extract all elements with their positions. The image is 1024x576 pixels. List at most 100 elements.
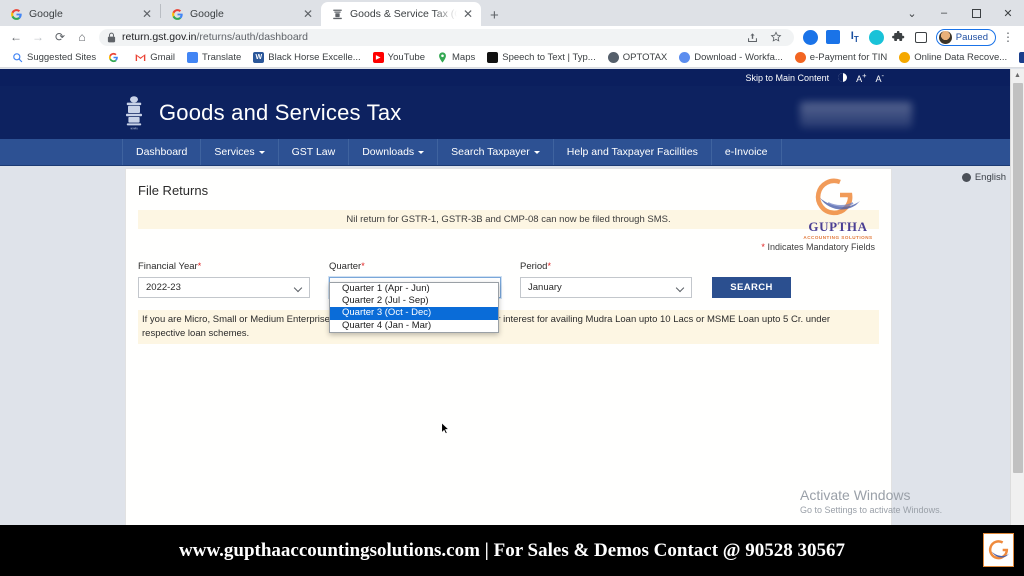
- new-tab-button[interactable]: +: [481, 8, 507, 26]
- tab-search-chevron-icon[interactable]: ⌄: [896, 0, 928, 26]
- promo-banner-logo: [983, 533, 1014, 567]
- tab-title: Goods & Service Tax (GST) | User: [350, 8, 457, 20]
- chevron-down-icon: [295, 284, 302, 291]
- gst-header: सत्यमेव Goods and Services Tax: [0, 86, 1024, 139]
- search-button[interactable]: SEARCH: [712, 277, 791, 298]
- returns-filter-form: Financial Year* 2022-23 Quarter* Quarter…: [126, 252, 891, 333]
- bookmark-suggested-sites[interactable]: Suggested Sites: [6, 52, 102, 63]
- nav-label: e-Invoice: [724, 146, 768, 158]
- bookmark-download-workfa[interactable]: Download - Workfa...: [673, 52, 789, 63]
- bookmark-online-data-recovery[interactable]: Online Data Recove...: [893, 52, 1013, 63]
- nav-item-help-taxpayer-facilities[interactable]: Help and Taxpayer Facilities: [554, 139, 712, 165]
- quarter-option-2[interactable]: Quarter 2 (Jul - Sep): [330, 295, 498, 307]
- activate-windows-subtitle: Go to Settings to activate Windows.: [800, 505, 943, 515]
- financial-year-select[interactable]: 2022-23: [138, 277, 310, 298]
- nav-label: Downloads: [362, 146, 415, 158]
- guptha-logo-icon: [988, 540, 1010, 560]
- minimize-button[interactable]: –: [928, 0, 960, 26]
- scroll-up-arrow-icon[interactable]: ▲: [1011, 69, 1024, 82]
- close-button[interactable]: ✕: [992, 0, 1024, 26]
- nav-item-e-invoice[interactable]: e-Invoice: [712, 139, 782, 165]
- bookmark-label: YouTube: [387, 52, 425, 63]
- font-decrease-button[interactable]: A-: [875, 71, 884, 84]
- quarter-option-4[interactable]: Quarter 4 (Jan - Mar): [330, 320, 498, 332]
- file-returns-panel: File Returns Nil return for GSTR-1, GSTR…: [125, 168, 892, 525]
- avatar: [938, 30, 952, 44]
- forward-icon[interactable]: →: [28, 27, 48, 47]
- skip-to-main-content-link[interactable]: Skip to Main Content: [746, 73, 830, 83]
- required-asterisk: *: [761, 242, 765, 252]
- font-increase-button[interactable]: A+: [856, 71, 866, 84]
- omnibox-actions: [743, 27, 786, 47]
- bookmark-youtube[interactable]: ▶ YouTube: [367, 52, 431, 63]
- bookmark-label: e-Payment for TIN: [809, 52, 888, 63]
- mandatory-fields-note: * Indicates Mandatory Fields: [126, 229, 891, 252]
- scrollbar-thumb[interactable]: [1013, 83, 1023, 473]
- extension-it-icon[interactable]: IT: [845, 27, 865, 47]
- bookmark-google[interactable]: [102, 52, 129, 63]
- language-selector[interactable]: English: [961, 172, 1006, 183]
- page-scrollbar[interactable]: ▲: [1010, 69, 1024, 525]
- nav-label: GST Law: [291, 146, 336, 158]
- bookmark-gmail[interactable]: Gmail: [129, 52, 181, 63]
- reload-icon[interactable]: ⟳: [50, 27, 70, 47]
- gst-main-nav: Dashboard Services GST Law Downloads Sea…: [0, 139, 1024, 166]
- kebab-menu-icon[interactable]: ⋮: [998, 27, 1018, 47]
- nav-item-downloads[interactable]: Downloads: [349, 139, 439, 165]
- extension-screen-icon[interactable]: [823, 27, 843, 47]
- bookmarks-bar: Suggested Sites Gmail Translate W Black …: [0, 48, 1024, 68]
- puzzle-icon[interactable]: [889, 27, 909, 47]
- bookmark-erp-cloud-analysis[interactable]: ERP Cloud Analysis: [1013, 52, 1024, 63]
- nav-item-services[interactable]: Services: [201, 139, 279, 165]
- google-icon: [11, 8, 22, 20]
- bookmark-epayment-tin[interactable]: e-Payment for TIN: [789, 52, 893, 63]
- youtube-icon: ▶: [372, 52, 384, 63]
- bookmark-star-icon[interactable]: [766, 27, 786, 47]
- contrast-icon[interactable]: [838, 73, 848, 82]
- browser-tab-2[interactable]: Google ✕: [161, 2, 321, 26]
- bookmark-speech-to-text[interactable]: Speech to Text | Typ...: [481, 52, 601, 63]
- promo-banner: www.gupthaaccountingsolutions.com | For …: [0, 525, 1024, 576]
- bookmark-translate[interactable]: Translate: [181, 52, 247, 63]
- profile-button[interactable]: Paused: [935, 28, 996, 46]
- chevron-down-icon: [677, 284, 684, 291]
- nav-item-gst-law[interactable]: GST Law: [279, 139, 350, 165]
- maximize-button[interactable]: [960, 0, 992, 26]
- quarter-dropdown-list[interactable]: Quarter 1 (Apr - Jun) Quarter 2 (Jul - S…: [329, 282, 499, 333]
- bookmark-label: Suggested Sites: [27, 52, 97, 63]
- chevron-down-icon: [418, 150, 425, 154]
- home-icon[interactable]: ⌂: [72, 27, 92, 47]
- translate-icon: [187, 52, 198, 63]
- tin-icon: [794, 52, 806, 63]
- extension-cyan-icon[interactable]: [867, 27, 887, 47]
- tab-close-icon[interactable]: ✕: [142, 8, 152, 20]
- mouse-cursor: [441, 422, 450, 435]
- bookmark-optotax[interactable]: OPTOTAX: [602, 52, 674, 63]
- quarter-option-1[interactable]: Quarter 1 (Apr - Jun): [330, 283, 498, 295]
- globe-icon: [961, 172, 971, 182]
- browser-tab-1[interactable]: Google ✕: [0, 2, 160, 26]
- word-icon: W: [253, 52, 265, 63]
- sidepanel-icon[interactable]: [911, 27, 931, 47]
- quarter-option-3[interactable]: Quarter 3 (Oct - Dec): [330, 307, 498, 320]
- financial-year-group: Financial Year* 2022-23: [138, 261, 310, 298]
- india-emblem-icon: सत्यमेव: [126, 95, 142, 130]
- bookmark-black-horse-excel[interactable]: W Black Horse Excelle...: [247, 52, 366, 63]
- bookmark-label: Download - Workfa...: [694, 52, 783, 63]
- nav-item-dashboard[interactable]: Dashboard: [122, 139, 202, 165]
- tab-close-icon[interactable]: ✕: [463, 8, 473, 20]
- browser-tab-3[interactable]: Goods & Service Tax (GST) | User ✕: [321, 2, 481, 26]
- mandatory-fields-label: Indicates Mandatory Fields: [767, 242, 875, 252]
- gst-site-title: Goods and Services Tax: [159, 99, 402, 125]
- financial-year-value: 2022-23: [146, 282, 181, 293]
- browser-toolbar: ← → ⟳ ⌂ return.gst.gov.in/returns/auth/d…: [0, 26, 1024, 48]
- share-icon[interactable]: [743, 27, 763, 47]
- bookmark-maps[interactable]: Maps: [431, 52, 481, 63]
- address-bar[interactable]: return.gst.gov.in/returns/auth/dashboard: [99, 27, 794, 47]
- tab-close-icon[interactable]: ✕: [303, 8, 313, 20]
- period-select[interactable]: January: [520, 277, 692, 298]
- nav-item-search-taxpayer[interactable]: Search Taxpayer: [438, 139, 554, 165]
- lock-icon: [107, 32, 116, 42]
- extension-blue-icon[interactable]: [801, 27, 821, 47]
- back-icon[interactable]: ←: [6, 27, 26, 47]
